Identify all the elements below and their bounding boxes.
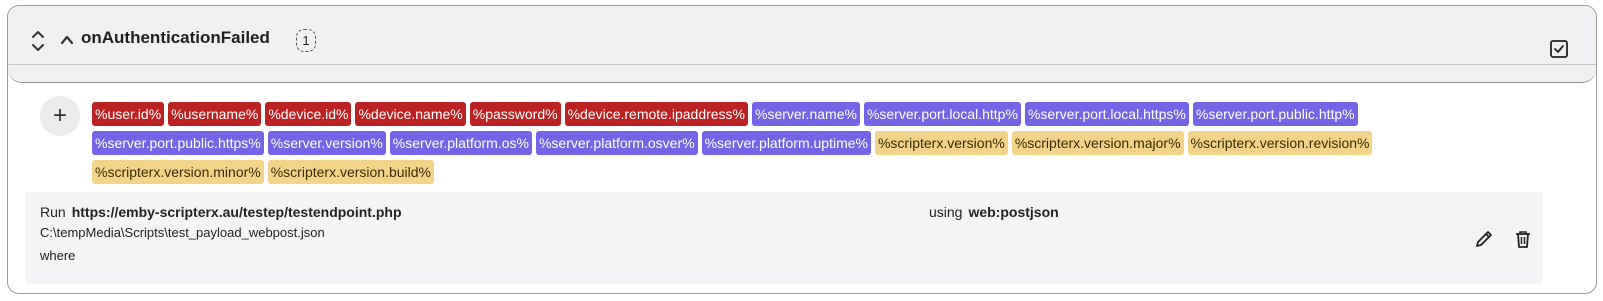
token-chip[interactable]: %server.port.public.http% xyxy=(1192,102,1358,126)
token-chip[interactable]: %server.platform.uptime% xyxy=(701,131,871,155)
token-chip[interactable]: %device.id% xyxy=(265,102,352,126)
checkbox-checked-icon[interactable] xyxy=(1548,38,1570,60)
token-chip[interactable]: %scripterx.version.minor% xyxy=(92,160,264,184)
token-chip[interactable]: %device.name% xyxy=(355,102,466,126)
token-chip[interactable]: %server.platform.osver% xyxy=(535,131,698,155)
where-label: where xyxy=(40,248,76,263)
pencil-icon[interactable] xyxy=(1473,228,1495,250)
run-label: Run xyxy=(40,204,66,220)
token-list: %user.id% %username% %device.id% %device.na… xyxy=(92,102,1492,184)
token-chip[interactable]: %password% xyxy=(469,102,561,126)
token-chip[interactable]: %server.name% xyxy=(752,102,860,126)
count-badge: 1 xyxy=(296,29,316,52)
add-token-button[interactable]: + xyxy=(40,96,80,136)
event-title: onAuthenticationFailed xyxy=(81,28,270,47)
token-chip[interactable]: %user.id% xyxy=(92,102,165,126)
chevron-up-icon[interactable] xyxy=(59,32,75,48)
token-chip[interactable]: %server.port.local.https% xyxy=(1024,102,1189,126)
event-panel: onAuthenticationFailed 1 + %user.id% %use… xyxy=(7,5,1597,294)
using-label: using xyxy=(929,204,963,220)
token-chip[interactable]: %server.port.public.https% xyxy=(92,131,264,155)
action-card: Run https://emby-scripterx.au/testep/test… xyxy=(25,192,1543,284)
token-chip[interactable]: %scripterx.version.revision% xyxy=(1187,131,1373,155)
token-chip[interactable]: %scripterx.version% xyxy=(874,131,1008,155)
payload-path: C:\tempMedia\Scripts\test_payload_webpos… xyxy=(40,225,325,240)
run-line: Run https://emby-scripterx.au/testep/test… xyxy=(40,204,402,220)
run-url: https://emby-scripterx.au/testep/testend… xyxy=(71,204,402,220)
token-chip[interactable]: %server.port.local.http% xyxy=(863,102,1021,126)
token-chip[interactable]: %server.version% xyxy=(267,131,386,155)
trash-icon[interactable] xyxy=(1512,228,1534,250)
expand-collapse-icon[interactable] xyxy=(30,28,46,54)
token-chip[interactable]: %server.platform.os% xyxy=(389,131,532,155)
token-chip[interactable]: %scripterx.version.major% xyxy=(1011,131,1184,155)
token-chip[interactable]: %device.remote.ipaddress% xyxy=(564,102,748,126)
event-header: onAuthenticationFailed 1 xyxy=(8,6,1596,83)
token-chip[interactable]: %scripterx.version.build% xyxy=(267,160,435,184)
using-value: web:postjson xyxy=(968,204,1059,220)
token-chip[interactable]: %username% xyxy=(168,102,262,126)
using-line: using web:postjson xyxy=(929,204,1059,220)
